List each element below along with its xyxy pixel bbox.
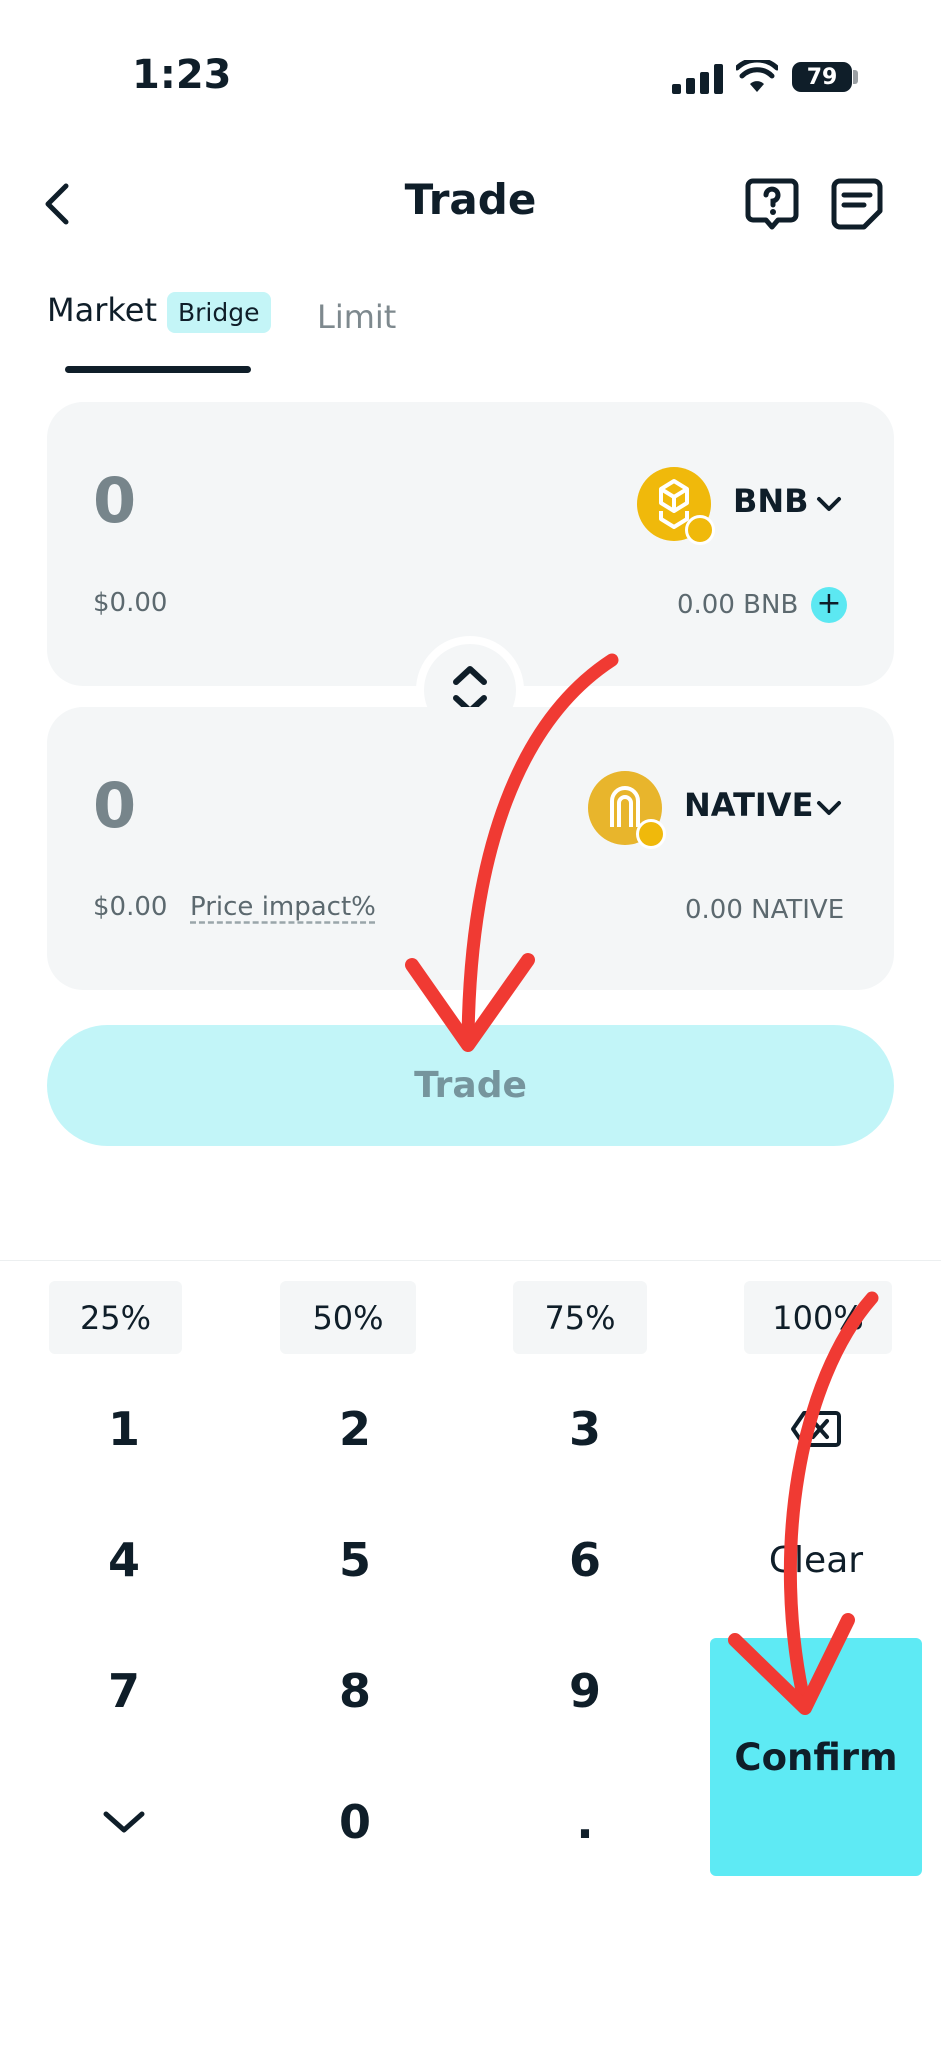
add-funds-button[interactable]: + bbox=[811, 587, 847, 623]
key-3[interactable]: 3 bbox=[510, 1389, 660, 1469]
chevron-down-icon[interactable] bbox=[815, 494, 843, 514]
keyboard-divider bbox=[0, 1260, 941, 1261]
percent-50-button[interactable]: 50% bbox=[280, 1281, 416, 1354]
price-impact-link[interactable]: Price impact% bbox=[190, 892, 376, 922]
tab-limit[interactable]: Limit bbox=[317, 298, 396, 336]
backspace-icon bbox=[791, 1411, 841, 1447]
key-9[interactable]: 9 bbox=[510, 1651, 660, 1731]
percent-100-button[interactable]: 100% bbox=[744, 1281, 892, 1354]
trade-button[interactable]: Trade bbox=[47, 1025, 894, 1146]
key-0[interactable]: 0 bbox=[280, 1782, 430, 1862]
percent-75-button[interactable]: 75% bbox=[513, 1281, 647, 1354]
chain-badge-icon bbox=[685, 515, 715, 545]
chain-badge-icon bbox=[636, 819, 666, 849]
key-1[interactable]: 1 bbox=[49, 1389, 199, 1469]
bnb-token-logo[interactable] bbox=[637, 467, 717, 547]
page-title: Trade bbox=[404, 175, 537, 224]
active-tab-indicator bbox=[65, 366, 251, 373]
battery-indicator: 79 bbox=[792, 62, 852, 92]
tab-market[interactable]: Market bbox=[47, 291, 157, 329]
confirm-button[interactable]: Confirm bbox=[710, 1638, 922, 1876]
from-balance: 0.00 BNB bbox=[677, 590, 799, 620]
key-7[interactable]: 7 bbox=[49, 1651, 199, 1731]
notes-icon[interactable] bbox=[830, 177, 884, 231]
signal-icon bbox=[672, 64, 723, 94]
key-5[interactable]: 5 bbox=[280, 1520, 430, 1600]
chevron-down-icon[interactable] bbox=[815, 798, 843, 818]
to-amount-input[interactable]: 0 bbox=[93, 769, 136, 842]
percent-25-button[interactable]: 25% bbox=[49, 1281, 182, 1354]
to-card bbox=[47, 707, 894, 990]
key-6[interactable]: 6 bbox=[510, 1520, 660, 1600]
battery-cap bbox=[853, 70, 858, 84]
bridge-badge: Bridge bbox=[167, 292, 271, 333]
key-4[interactable]: 4 bbox=[49, 1520, 199, 1600]
key-decimal[interactable]: . bbox=[510, 1782, 660, 1862]
to-usd-value: $0.00 bbox=[93, 892, 168, 922]
hide-keyboard-button[interactable] bbox=[49, 1782, 199, 1862]
wifi-icon bbox=[736, 60, 778, 92]
status-time: 1:23 bbox=[132, 52, 232, 98]
to-balance: 0.00 NATIVE bbox=[685, 895, 845, 925]
help-icon[interactable] bbox=[745, 177, 799, 231]
from-usd-value: $0.00 bbox=[93, 588, 168, 618]
from-token-symbol[interactable]: BNB bbox=[733, 482, 809, 520]
native-token-logo[interactable] bbox=[588, 771, 668, 851]
from-amount-input[interactable]: 0 bbox=[93, 464, 136, 537]
key-2[interactable]: 2 bbox=[280, 1389, 430, 1469]
hide-keyboard-icon bbox=[103, 1811, 145, 1833]
clear-button[interactable]: Clear bbox=[741, 1520, 891, 1600]
backspace-button[interactable] bbox=[741, 1389, 891, 1469]
to-token-symbol[interactable]: NATIVE bbox=[684, 786, 813, 824]
key-8[interactable]: 8 bbox=[280, 1651, 430, 1731]
